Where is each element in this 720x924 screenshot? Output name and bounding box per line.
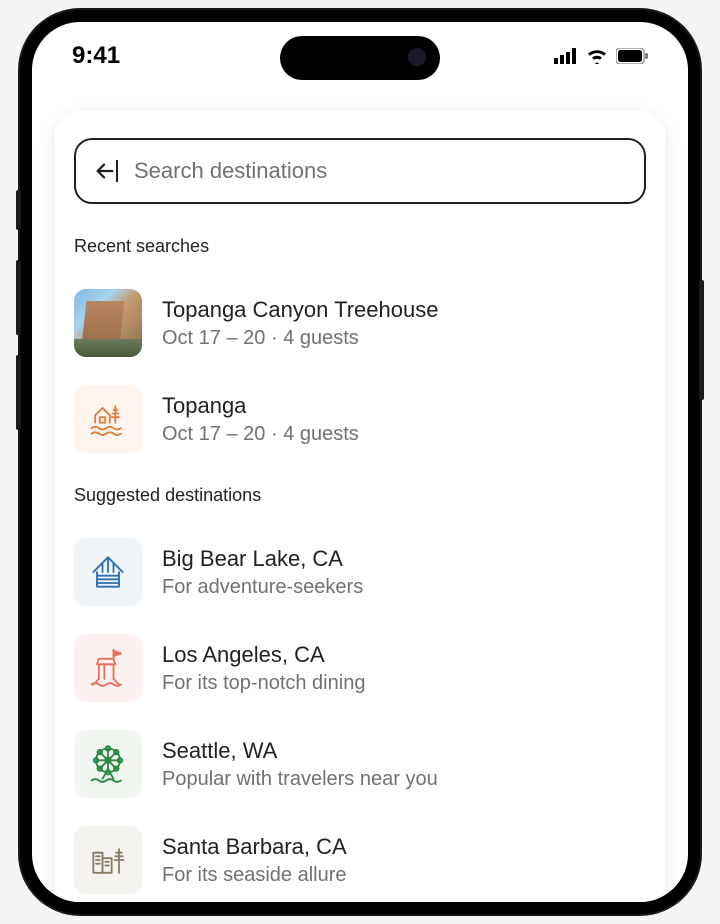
listing-photo-thumbnail xyxy=(74,289,142,357)
phone-side-button xyxy=(16,190,21,230)
item-subtitle: For its seaside allure xyxy=(162,864,646,887)
search-card: Recent searches Topanga Canyon Treehouse… xyxy=(54,110,666,902)
phone-side-button xyxy=(16,260,21,335)
ferris-wheel-icon xyxy=(74,730,142,798)
buildings-tree-icon xyxy=(74,826,142,894)
item-title: Big Bear Lake, CA xyxy=(162,546,646,572)
item-title: Topanga xyxy=(162,393,646,419)
item-text: Topanga Oct 17 – 20 · 4 guests xyxy=(162,393,646,446)
phone-side-button xyxy=(16,355,21,430)
recent-search-item[interactable]: Topanga Oct 17 – 20 · 4 guests xyxy=(74,371,646,467)
suggested-destination-item[interactable]: Santa Barbara, CA For its seaside allure xyxy=(74,812,646,902)
phone-frame: 9:41 Recent searches Topanga Canyon Tree… xyxy=(20,10,700,914)
recent-searches-header: Recent searches xyxy=(74,236,646,257)
item-text: Santa Barbara, CA For its seaside allure xyxy=(162,834,646,887)
suggested-destination-item[interactable]: Big Bear Lake, CA For adventure-seekers xyxy=(74,524,646,620)
status-time: 9:41 xyxy=(72,42,120,70)
phone-side-button xyxy=(699,280,704,400)
status-icons xyxy=(554,48,648,64)
item-text: Los Angeles, CA For its top-notch dining xyxy=(162,642,646,695)
phone-screen: 9:41 Recent searches Topanga Canyon Tree… xyxy=(32,22,688,902)
item-text: Big Bear Lake, CA For adventure-seekers xyxy=(162,546,646,599)
item-text: Seattle, WA Popular with travelers near … xyxy=(162,738,646,791)
item-title: Santa Barbara, CA xyxy=(162,834,646,860)
search-bar[interactable] xyxy=(74,138,646,204)
front-camera xyxy=(408,48,426,66)
item-subtitle: For adventure-seekers xyxy=(162,576,646,599)
item-subtitle: Oct 17 – 20 · 4 guests xyxy=(162,423,646,446)
item-title: Seattle, WA xyxy=(162,738,646,764)
battery-icon xyxy=(616,48,648,64)
suggested-destinations-header: Suggested destinations xyxy=(74,485,646,506)
suggested-destination-item[interactable]: Los Angeles, CA For its top-notch dining xyxy=(74,620,646,716)
wifi-icon xyxy=(586,48,608,64)
item-text: Topanga Canyon Treehouse Oct 17 – 20 · 4… xyxy=(162,297,646,350)
log-cabin-icon xyxy=(74,538,142,606)
item-subtitle: Oct 17 – 20 · 4 guests xyxy=(162,327,646,350)
item-title: Los Angeles, CA xyxy=(162,642,646,668)
item-title: Topanga Canyon Treehouse xyxy=(162,297,646,323)
cellular-icon xyxy=(554,48,578,64)
search-input[interactable] xyxy=(134,158,626,184)
text-cursor xyxy=(116,160,118,182)
back-arrow-icon[interactable] xyxy=(94,160,116,182)
item-subtitle: For its top-notch dining xyxy=(162,672,646,695)
cabin-waves-icon xyxy=(74,385,142,453)
suggested-destination-item[interactable]: Seattle, WA Popular with travelers near … xyxy=(74,716,646,812)
recent-search-item[interactable]: Topanga Canyon Treehouse Oct 17 – 20 · 4… xyxy=(74,275,646,371)
lifeguard-tower-icon xyxy=(74,634,142,702)
item-subtitle: Popular with travelers near you xyxy=(162,768,646,791)
